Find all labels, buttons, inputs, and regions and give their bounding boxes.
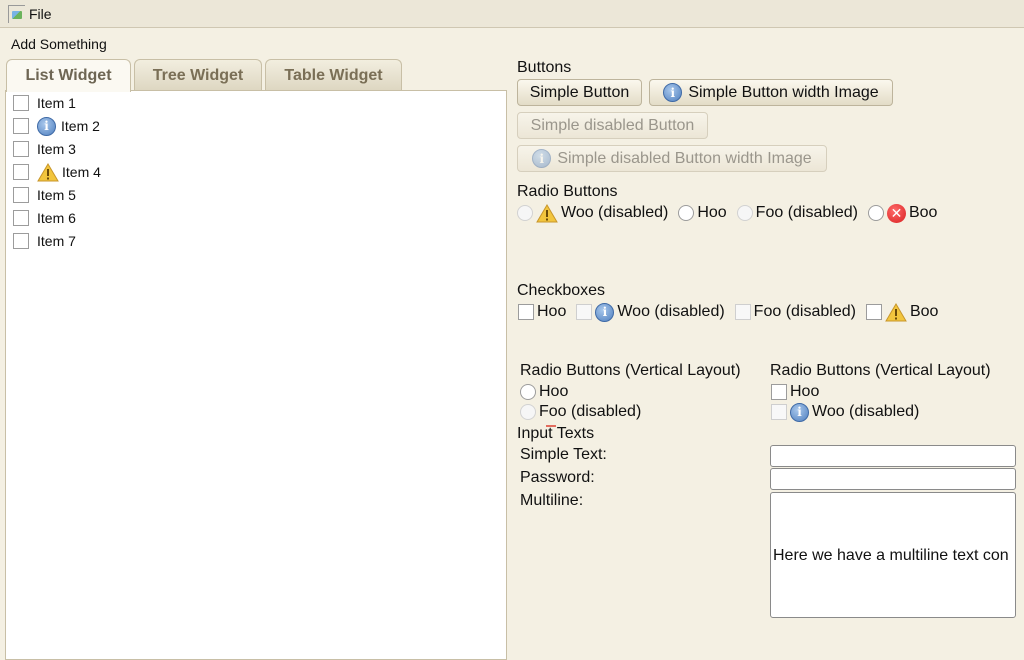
checkbox-woo[interactable] [576, 304, 593, 320]
simple-text-label: Simple Text: [520, 446, 607, 463]
checkbox[interactable] [13, 164, 29, 180]
radio-hoo[interactable] [678, 205, 695, 221]
checkbox-label: Woo (disabled) [617, 303, 725, 320]
radio-label: Foo (disabled) [539, 403, 642, 420]
buttons-title: Buttons [517, 59, 572, 76]
input-texts-title: Input Texts [517, 425, 595, 442]
checkbox-boo[interactable] [865, 304, 882, 320]
list-item-label: Item 5 [37, 187, 76, 203]
tab-label: Table Widget [284, 66, 383, 84]
menu-file[interactable]: File [8, 4, 52, 24]
radio-group: Woo (disabled) Hoo Foo (disabled) ✕ Boo [517, 202, 937, 224]
disabled-button[interactable]: Simple disabled Button [517, 112, 708, 139]
checkboxes-title: Checkboxes [517, 282, 606, 299]
radio-foo[interactable] [736, 205, 753, 221]
vertical-check-title: Radio Buttons (Vertical Layout) [770, 362, 991, 379]
list-item[interactable]: Item 5 [13, 185, 76, 205]
list-item-label: Item 3 [37, 141, 76, 157]
button-label: Simple disabled Button width Image [557, 149, 812, 167]
radio-woo[interactable] [517, 205, 533, 221]
disabled-image-button[interactable]: i Simple disabled Button width Image [517, 145, 827, 172]
multiline-text: Here we have a multiline text con [773, 547, 1009, 564]
checkbox-group: Hoo i Woo (disabled) Foo (disabled) Boo [518, 301, 938, 323]
checkbox[interactable] [13, 210, 29, 226]
list-item[interactable]: Item 7 [13, 231, 76, 251]
checkbox-hoo[interactable] [771, 384, 787, 400]
info-icon: i [595, 302, 615, 322]
list-item-label: Item 4 [62, 164, 101, 180]
list-item[interactable]: Item 1 [13, 93, 76, 113]
list-item[interactable]: i Item 2 [13, 116, 100, 136]
radio-label: Woo (disabled) [561, 204, 669, 221]
list-item[interactable]: Item 4 [13, 162, 101, 182]
button-label: Simple Button [529, 83, 630, 101]
info-icon: i [790, 402, 809, 422]
checkbox-label: Hoo [790, 383, 820, 400]
radio-foo[interactable] [520, 404, 536, 420]
warning-icon [885, 302, 907, 321]
tab-label: Tree Widget [152, 66, 244, 84]
checkbox[interactable] [13, 141, 29, 157]
vertical-radio-title: Radio Buttons (Vertical Layout) [520, 362, 741, 379]
tab-list-widget[interactable]: List Widget [6, 59, 131, 92]
checkbox[interactable] [13, 187, 29, 203]
simple-text-input[interactable] [770, 445, 1016, 467]
multiline-label: Multiline: [520, 492, 584, 509]
vertical-check-woo: i Woo (disabled) [771, 401, 919, 423]
radio-hoo[interactable] [520, 384, 536, 400]
password-label: Password: [520, 469, 595, 486]
radio-label: Foo (disabled) [755, 204, 858, 221]
checkbox-hoo[interactable] [518, 304, 534, 320]
checkbox-label: Foo (disabled) [753, 303, 856, 320]
list-item[interactable]: Item 6 [13, 208, 76, 228]
tab-table-widget[interactable]: Table Widget [265, 59, 402, 91]
radio-label: Hoo [697, 204, 727, 221]
list-widget-panel: Item 1 i Item 2 Item 3 Item 4 Item 5 Ite… [5, 90, 507, 660]
radio-label: Boo [908, 204, 938, 221]
warning-icon [536, 203, 558, 222]
checkbox-label: Hoo [537, 303, 567, 320]
panel-title: Add Something [11, 36, 107, 52]
list-item-label: Item 6 [37, 210, 76, 226]
password-input[interactable] [770, 468, 1016, 490]
checkbox[interactable] [13, 233, 29, 249]
image-button[interactable]: i Simple Button width Image [649, 79, 893, 106]
info-icon: i [37, 116, 56, 136]
checkbox-foo[interactable] [734, 304, 751, 320]
vertical-radio-foo: Foo (disabled) [520, 401, 641, 423]
checkbox[interactable] [13, 95, 29, 111]
menu-file-label: File [29, 6, 52, 22]
tab-tree-widget[interactable]: Tree Widget [134, 59, 262, 91]
list-item-label: Item 7 [37, 233, 76, 249]
vertical-radio-hoo: Hoo [520, 381, 568, 403]
multiline-textarea[interactable]: Here we have a multiline text con [770, 492, 1016, 618]
checkbox-woo[interactable] [771, 404, 787, 420]
list-item-label: Item 1 [37, 95, 76, 111]
radio-label: Hoo [539, 383, 569, 400]
list-item-label: Item 2 [61, 118, 100, 134]
button-label: Simple Button width Image [688, 83, 879, 101]
simple-button[interactable]: Simple Button [517, 79, 642, 106]
radio-buttons-title: Radio Buttons [517, 183, 618, 200]
checkbox[interactable] [13, 118, 29, 134]
error-icon: ✕ [886, 203, 906, 223]
list-item[interactable]: Item 3 [13, 139, 76, 159]
vertical-check-hoo: Hoo [771, 381, 819, 403]
radio-boo[interactable] [867, 205, 884, 221]
button-label: Simple disabled Button [530, 116, 695, 134]
tab-label: List Widget [25, 67, 112, 84]
broken-image-icon [8, 5, 25, 23]
menubar: File [0, 0, 1024, 28]
checkbox-label: Woo (disabled) [812, 403, 920, 420]
warning-icon [37, 162, 59, 181]
checkbox-label: Boo [909, 303, 939, 320]
info-icon: i [532, 149, 552, 168]
info-icon: i [663, 83, 683, 102]
